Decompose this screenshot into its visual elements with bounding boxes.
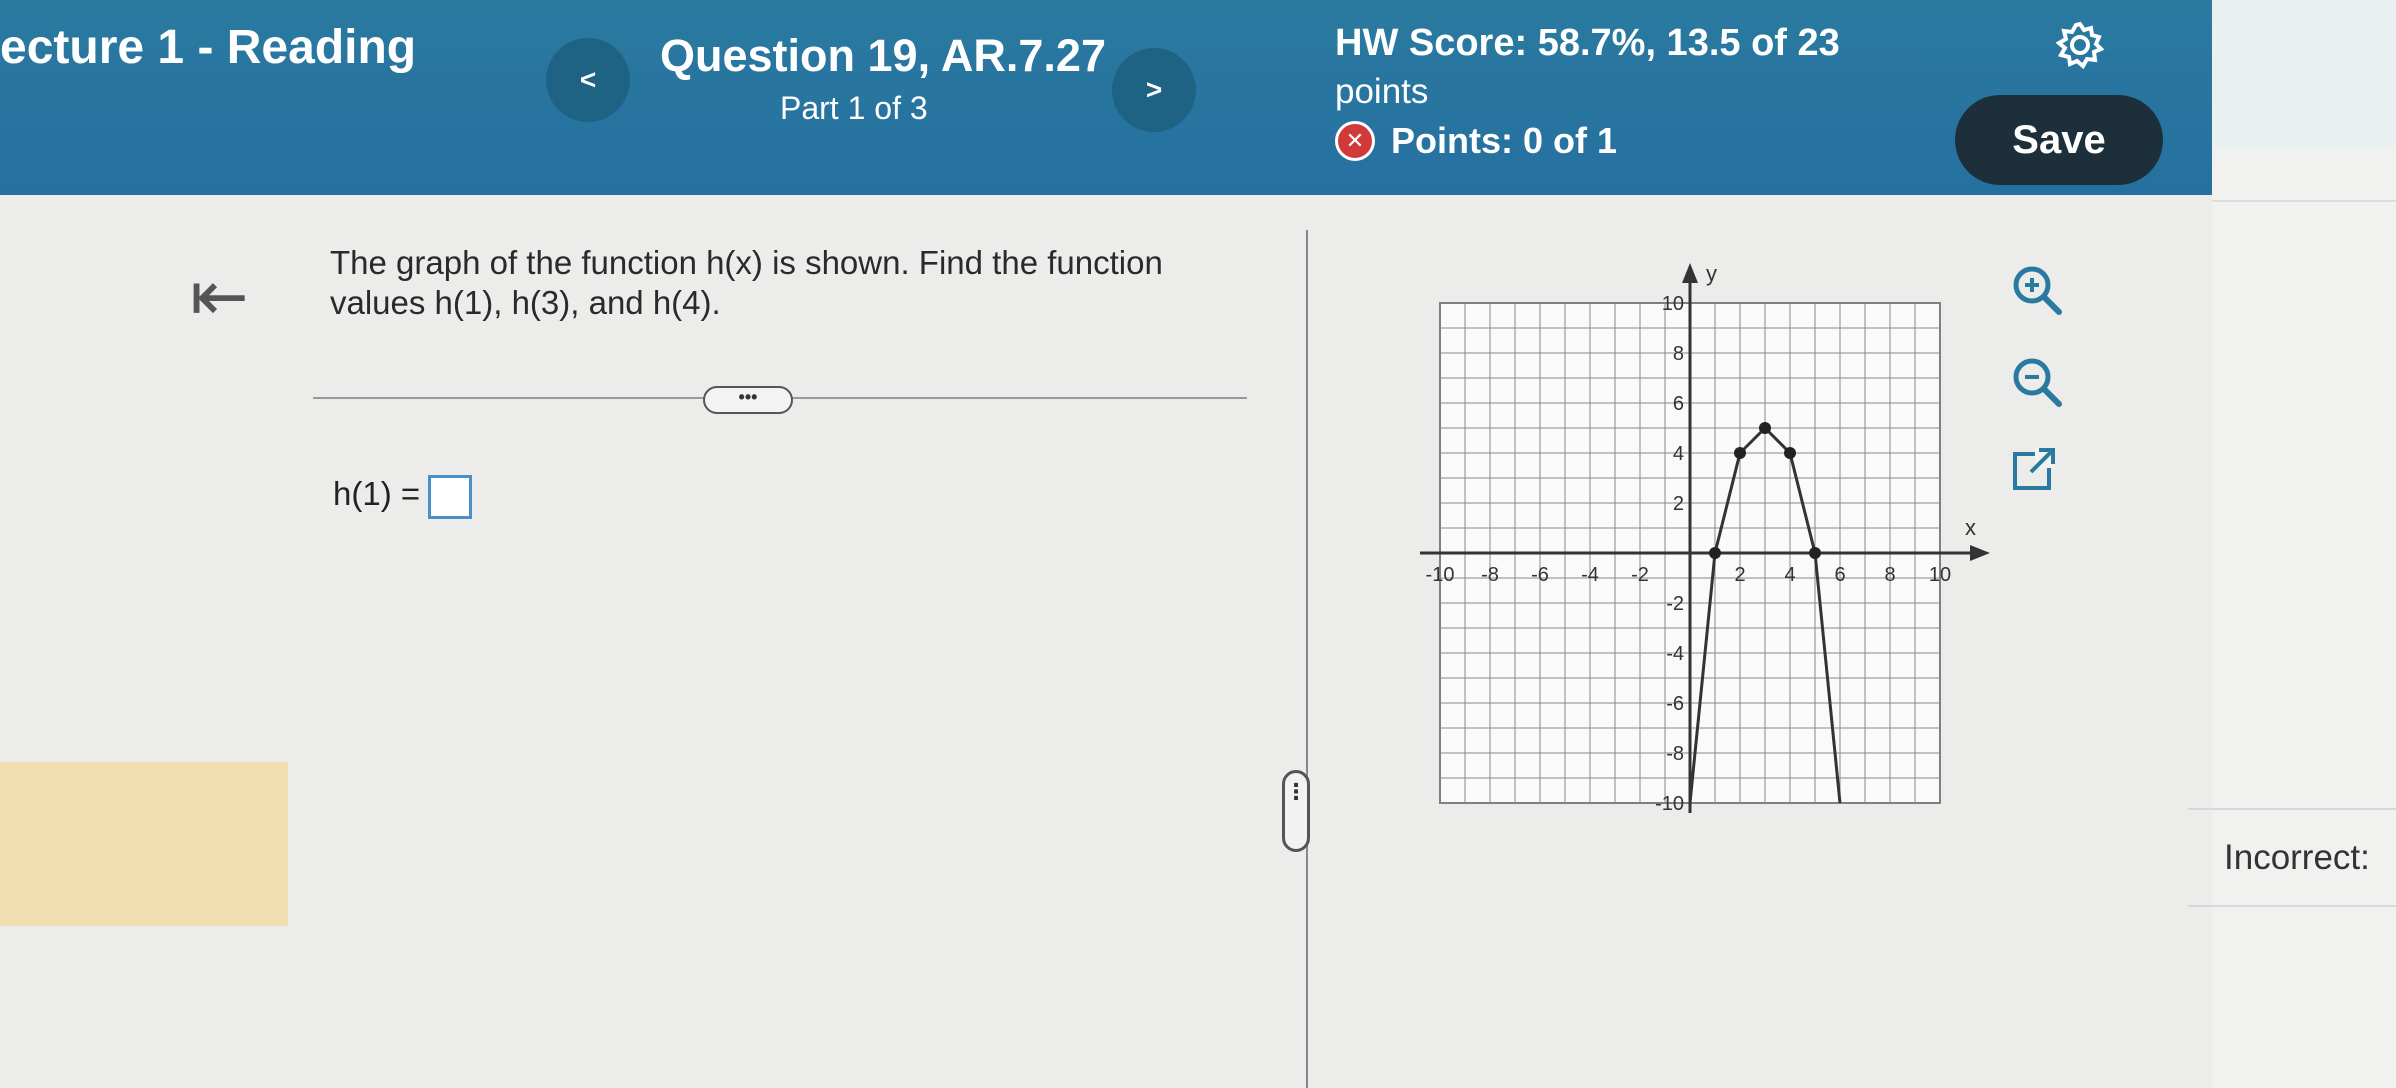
points-status: ✕ Points: 0 of 1 — [1335, 120, 1617, 162]
y-tick-label: 6 — [1673, 393, 1684, 415]
graph-point — [1734, 447, 1746, 459]
answer-input[interactable] — [428, 475, 472, 519]
highlight-panel — [0, 762, 288, 926]
zoom-out-icon[interactable] — [2007, 352, 2067, 412]
x-circle-icon: ✕ — [1335, 121, 1375, 161]
gear-icon[interactable] — [2055, 20, 2105, 70]
y-tick-label: -10 — [1655, 793, 1684, 815]
chevron-left-icon: < — [579, 64, 597, 95]
panel-divider — [1306, 230, 1308, 1088]
incorrect-label: Incorrect: — [2224, 838, 2370, 877]
save-button[interactable]: Save — [1955, 95, 2163, 185]
x-tick-label: 6 — [1834, 564, 1845, 586]
divider — [2188, 905, 2396, 907]
question-text-line: The graph of the function h(x) is shown.… — [330, 244, 1163, 281]
right-panel-band — [2212, 0, 2396, 148]
answer-label: h(1) = — [333, 475, 421, 512]
points-label: Points: 0 of 1 — [1391, 120, 1618, 161]
x-tick-label: 2 — [1734, 564, 1745, 586]
y-axis-label: y — [1706, 261, 1717, 286]
graph-point — [1784, 447, 1796, 459]
divider — [2212, 200, 2396, 202]
x-tick-label: -10 — [1426, 564, 1455, 586]
graph-point — [1709, 547, 1721, 559]
y-tick-label: 8 — [1673, 343, 1684, 365]
question-text: The graph of the function h(x) is shown.… — [330, 243, 1230, 323]
y-axis-arrow — [1682, 263, 1698, 283]
hw-score-points: points — [1335, 72, 1429, 111]
previous-question-button[interactable]: < — [546, 38, 630, 122]
lecture-title: ecture 1 - Reading — [0, 21, 417, 74]
y-tick-label: 4 — [1673, 443, 1684, 465]
expand-button[interactable]: ••• — [703, 386, 793, 414]
top-header-bar: ecture 1 - Reading < Question 19, AR.7.2… — [0, 0, 2212, 195]
y-tick-label: -6 — [1666, 693, 1684, 715]
next-question-button[interactable]: > — [1112, 48, 1196, 132]
graph-point — [1759, 422, 1771, 434]
hw-score: HW Score: 58.7%, 13.5 of 23 — [1335, 22, 1840, 64]
x-tick-label: -8 — [1481, 564, 1499, 586]
question-text-line: values h(1), h(3), and h(4). — [330, 284, 721, 321]
y-tick-label: -8 — [1666, 743, 1684, 765]
question-title: Question 19, AR.7.27 — [660, 30, 1106, 81]
x-tick-label: 4 — [1784, 564, 1795, 586]
x-tick-label: 8 — [1884, 564, 1895, 586]
function-graph: x y -10 -8 -6 -4 -2 2 4 6 8 10 10 8 6 4 2 -2 -4 -6 -8 -10 — [1420, 261, 1990, 815]
x-tick-label: 10 — [1929, 564, 1951, 586]
question-part: Part 1 of 3 — [780, 90, 928, 126]
divider — [2188, 808, 2396, 810]
chevron-right-icon: > — [1145, 74, 1163, 105]
y-tick-label: 2 — [1673, 493, 1684, 515]
graph-point — [1809, 547, 1821, 559]
y-tick-label: 10 — [1662, 293, 1684, 315]
y-tick-label: -2 — [1666, 593, 1684, 615]
right-side-panel — [2212, 0, 2396, 1088]
collapse-panel-icon[interactable]: ⇤ — [190, 255, 249, 337]
x-axis-arrow — [1970, 545, 1990, 561]
x-tick-label: -2 — [1631, 564, 1649, 586]
x-tick-label: -6 — [1531, 564, 1549, 586]
zoom-in-icon[interactable] — [2007, 260, 2067, 320]
panel-resize-handle[interactable]: ⋮ — [1282, 770, 1310, 852]
x-axis-label: x — [1965, 515, 1976, 540]
external-link-icon[interactable] — [2005, 440, 2065, 500]
y-tick-label: -4 — [1666, 643, 1684, 665]
x-tick-label: -4 — [1581, 564, 1599, 586]
